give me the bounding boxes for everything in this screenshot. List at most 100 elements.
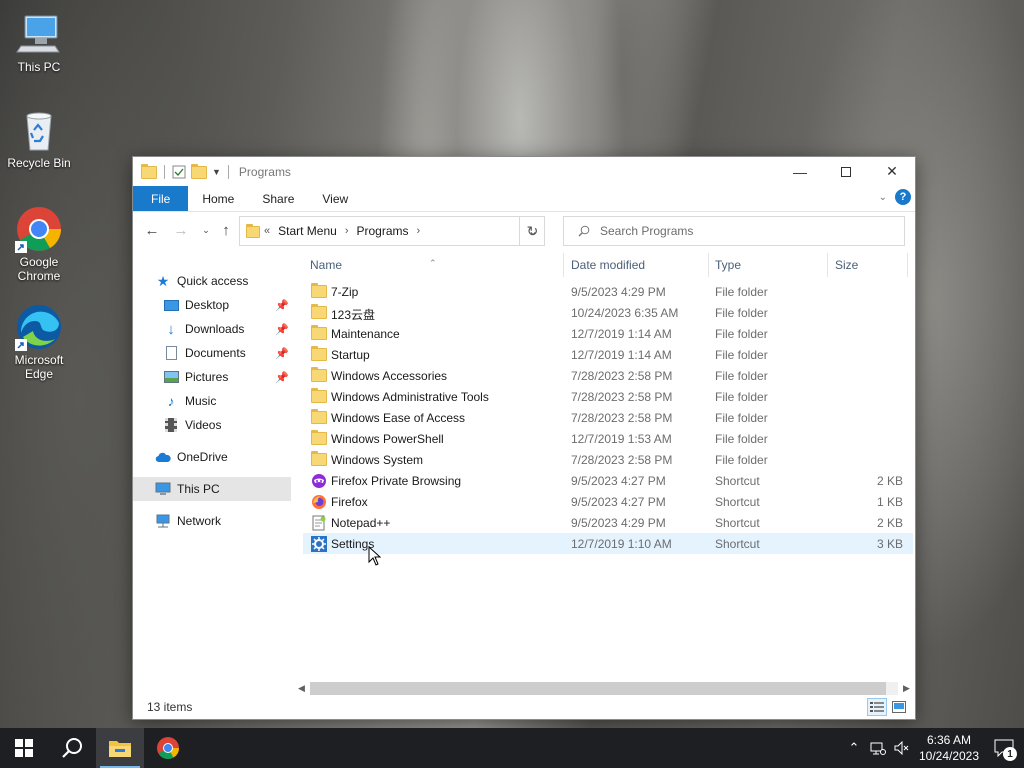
file-name: Firefox (331, 495, 368, 509)
column-divider[interactable] (907, 253, 908, 277)
file-row[interactable]: Windows Administrative Tools 7/28/2023 2:… (303, 386, 913, 407)
properties-icon[interactable] (172, 165, 186, 179)
file-date-modified: 9/5/2023 4:27 PM (571, 474, 666, 488)
back-arrow-icon[interactable]: ← (141, 219, 163, 241)
file-name: 123云盘 (331, 308, 376, 322)
file-row[interactable]: Firefox Private Browsing 9/5/2023 4:27 PM… (303, 470, 913, 491)
up-arrow-icon[interactable]: ↑ (215, 219, 237, 241)
pin-icon[interactable]: 📌 (275, 347, 289, 360)
desktop-icon-google-chrome[interactable]: Google Chrome (4, 205, 74, 283)
file-size: 2 KB (876, 474, 903, 488)
desktop-icon (163, 297, 179, 313)
large-icons-view-button[interactable] (889, 698, 909, 716)
file-row[interactable]: Firefox 9/5/2023 4:27 PM Shortcut 1 KB (303, 491, 913, 512)
file-row[interactable]: Startup 12/7/2019 1:14 AM File folder (303, 344, 913, 365)
column-divider[interactable] (827, 253, 828, 277)
maximize-button[interactable] (823, 157, 869, 186)
file-row[interactable]: Windows Accessories 7/28/2023 2:58 PM File… (303, 365, 913, 386)
refresh-button[interactable]: ↻ (519, 216, 545, 246)
folder-icon (311, 409, 327, 425)
file-row[interactable]: 7-Zip 9/5/2023 4:29 PM File folder (303, 281, 913, 302)
scrollbar-thumb[interactable] (310, 682, 887, 695)
start-button[interactable] (0, 728, 48, 768)
expand-ribbon-icon[interactable]: ⌄ (879, 192, 887, 203)
column-header-name[interactable]: Name (310, 258, 342, 272)
breadcrumb-programs[interactable]: Programs (357, 224, 409, 238)
scrollbar-track[interactable] (310, 682, 898, 695)
close-button[interactable]: ✕ (869, 157, 915, 186)
file-name: Windows PowerShell (331, 432, 444, 446)
desktop-icon-recycle-bin[interactable]: Recycle Bin (4, 106, 74, 170)
breadcrumb-start-menu[interactable]: Start Menu (278, 224, 337, 238)
address-bar[interactable]: « Start Menu › Programs › ⌄ (239, 216, 545, 246)
desktop-icon-microsoft-edge[interactable]: Microsoft Edge (4, 303, 74, 381)
search-button[interactable] (48, 728, 96, 768)
column-header-type[interactable]: Type (715, 258, 741, 272)
forward-arrow-icon[interactable]: → (170, 219, 192, 241)
system-tray: ⌃ 6:36 AM 10/24/2023 1 (842, 728, 1024, 768)
column-divider[interactable] (563, 253, 564, 277)
help-icon[interactable]: ? (895, 189, 911, 205)
chevron-right-icon[interactable]: › (417, 225, 421, 237)
nav-documents[interactable]: Documents 📌 (133, 341, 291, 365)
pin-icon[interactable]: 📌 (275, 371, 289, 384)
quick-access-toolbar: ▼ (133, 163, 231, 179)
action-center-button[interactable]: 1 (984, 728, 1024, 768)
column-divider[interactable] (708, 253, 709, 277)
network-status-icon[interactable] (866, 741, 890, 755)
clock-time: 6:36 AM (926, 733, 972, 747)
nav-downloads[interactable]: ↓ Downloads 📌 (133, 317, 291, 341)
customize-toolbar-icon[interactable]: ▼ (212, 167, 221, 177)
folder-icon (311, 430, 327, 446)
nav-this-pc[interactable]: This PC (133, 477, 291, 501)
nav-pictures[interactable]: Pictures 📌 (133, 365, 291, 389)
firefox-icon (311, 494, 327, 509)
taskbar-chrome[interactable] (144, 728, 192, 768)
file-row[interactable]: Windows Ease of Access 7/28/2023 2:58 PM F… (303, 407, 913, 428)
file-row[interactable]: Notepad++ 9/5/2023 4:29 PM Shortcut 2 KB (303, 512, 913, 533)
chrome-icon (15, 205, 63, 253)
minimize-button[interactable]: — (777, 157, 823, 186)
nav-label: Network (177, 514, 222, 528)
file-row[interactable]: Maintenance 12/7/2019 1:14 AM File folder (303, 323, 913, 344)
pin-icon[interactable]: 📌 (275, 323, 289, 336)
tab-share[interactable]: Share (248, 186, 308, 211)
file-row[interactable]: Windows PowerShell 12/7/2019 1:53 AM File … (303, 428, 913, 449)
nav-desktop[interactable]: Desktop 📌 (133, 293, 291, 317)
new-folder-icon[interactable] (191, 163, 207, 179)
chevron-right-icon[interactable]: › (345, 225, 349, 237)
nav-network[interactable]: Network (133, 509, 291, 533)
nav-onedrive[interactable]: OneDrive (133, 445, 291, 469)
overflow-chevron-icon[interactable]: « (264, 225, 270, 237)
search-input[interactable]: Search Programs (563, 216, 905, 246)
desktop-icon-this-pc[interactable]: This PC (4, 10, 74, 74)
file-row[interactable]: Settings 12/7/2019 1:10 AM Shortcut 3 KB (303, 533, 913, 554)
picture-icon (163, 369, 179, 385)
file-type: File folder (715, 306, 768, 320)
file-row[interactable]: 123云盘 10/24/2023 6:35 AM File folder (303, 302, 913, 323)
file-date-modified: 9/5/2023 4:29 PM (571, 285, 666, 299)
pin-icon[interactable]: 📌 (275, 299, 289, 312)
file-type: File folder (715, 432, 768, 446)
desktop-icon-label: Google Chrome (17, 255, 61, 283)
nav-music[interactable]: ♪ Music (133, 389, 291, 413)
file-date-modified: 7/28/2023 2:58 PM (571, 369, 673, 383)
details-view-button[interactable] (867, 698, 887, 716)
show-hidden-icons-icon[interactable]: ⌃ (842, 740, 866, 756)
recent-locations-icon[interactable]: ⌄ (195, 219, 217, 241)
column-header-size[interactable]: Size (835, 258, 858, 272)
volume-muted-icon[interactable] (890, 741, 914, 755)
taskbar-file-explorer[interactable] (96, 728, 144, 768)
file-row[interactable]: Windows System 7/28/2023 2:58 PM File fold… (303, 449, 913, 470)
download-icon: ↓ (167, 320, 175, 338)
nav-quick-access[interactable]: ★ Quick access (133, 269, 291, 293)
nav-videos[interactable]: Videos (133, 413, 291, 437)
file-date-modified: 12/7/2019 1:53 AM (571, 432, 672, 446)
clock[interactable]: 6:36 AM 10/24/2023 (914, 732, 984, 764)
computer-icon (155, 481, 171, 497)
column-header-date[interactable]: Date modified (571, 258, 645, 272)
tab-file[interactable]: File (133, 186, 189, 211)
title-bar[interactable]: ▼ Programs — ✕ (133, 157, 915, 186)
tab-home[interactable]: Home (188, 186, 248, 211)
tab-view[interactable]: View (308, 186, 362, 211)
